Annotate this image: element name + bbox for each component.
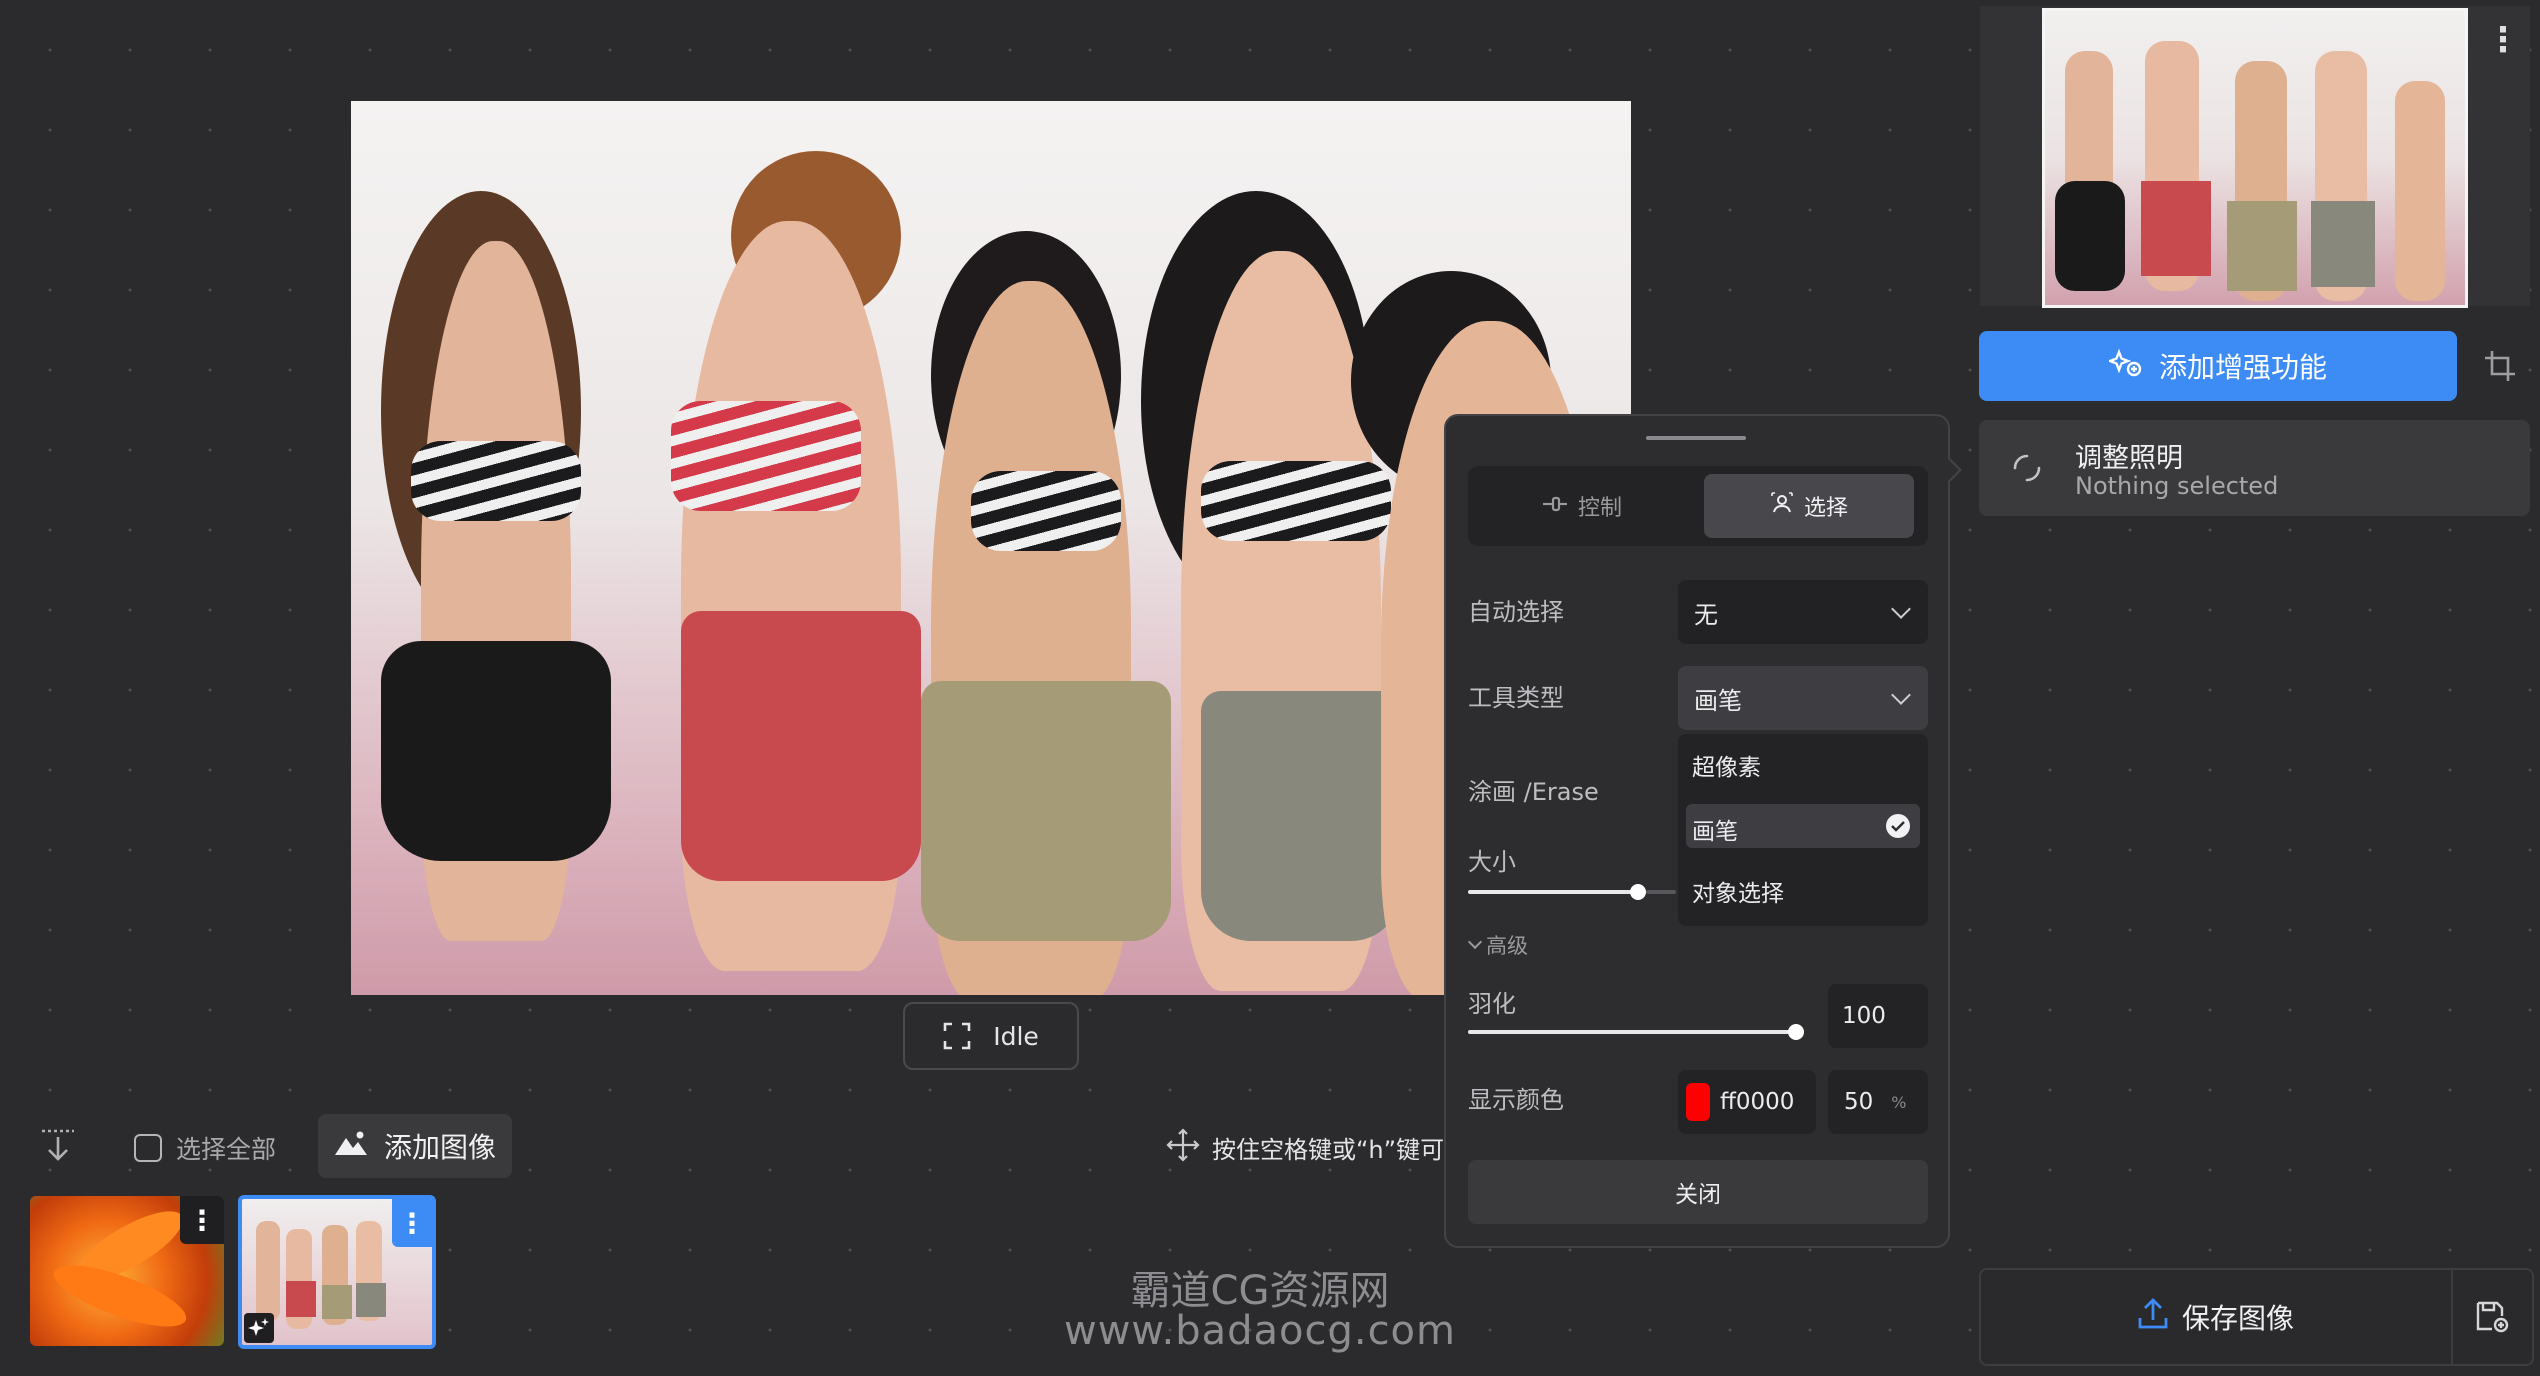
adjust-lighting-subtitle: Nothing selected: [2075, 472, 2279, 500]
popup-pointer-inner: [1947, 458, 1959, 482]
tool-type-dropdown[interactable]: 画笔: [1678, 666, 1928, 730]
opacity-input[interactable]: 50 %: [1828, 1070, 1928, 1134]
close-label: 关闭: [1675, 1182, 1721, 1208]
checkbox-icon[interactable]: [134, 1134, 162, 1162]
add-image-button[interactable]: 添加图像: [318, 1114, 512, 1178]
size-slider-knob[interactable]: [1630, 884, 1646, 900]
tab-control-label: 控制: [1577, 496, 1622, 521]
image-icon: [334, 1130, 368, 1163]
selection-tool-popup: 控制 选择 自动选择 无 工具类型 画笔 涂画 /Erase 大小 超像素 画笔: [1444, 414, 1962, 1248]
move-icon: [1166, 1128, 1200, 1166]
person-select-icon: [1770, 491, 1794, 521]
drag-handle[interactable]: [1646, 436, 1746, 440]
thumbnail-flower[interactable]: ⋮: [30, 1196, 224, 1346]
opacity-value: 50: [1844, 1089, 1874, 1115]
feather-value: 100: [1842, 1003, 1886, 1029]
size-slider-rest: [1646, 890, 1676, 894]
thumbnail-group-photo[interactable]: ⋮: [238, 1195, 436, 1349]
chevron-down-icon: [1891, 599, 1911, 619]
magic-sparkle-icon: [2106, 348, 2143, 385]
opacity-unit: %: [1891, 1092, 1907, 1112]
upload-icon: [2138, 1297, 2168, 1337]
tab-control[interactable]: 控制: [1468, 466, 1696, 546]
preview-thumbnail[interactable]: [2042, 8, 2468, 308]
advanced-label: 高级: [1486, 934, 1528, 958]
tool-type-value: 画笔: [1694, 686, 1742, 715]
tab-select[interactable]: 选择: [1704, 474, 1914, 538]
pan-hint: 按住空格键或“h”键可: [1166, 1128, 1444, 1166]
option-superpixel[interactable]: 超像素: [1692, 748, 1761, 782]
feather-slider-knob[interactable]: [1788, 1024, 1804, 1040]
advanced-toggle[interactable]: 高级: [1467, 930, 1528, 960]
select-all-checkbox[interactable]: 选择全部: [134, 1130, 276, 1166]
check-circle-icon: [1886, 814, 1910, 838]
close-button[interactable]: 关闭: [1468, 1160, 1928, 1224]
tool-type-options: 超像素 画笔 对象选择: [1678, 734, 1928, 926]
chevron-down-icon: [1891, 685, 1911, 705]
fullscreen-icon: [943, 1022, 971, 1050]
add-enhancement-button[interactable]: 添加增强功能: [1979, 331, 2457, 401]
preview-card: ⋮: [1980, 6, 2530, 308]
add-image-label: 添加图像: [383, 1131, 496, 1164]
size-label: 大小: [1468, 848, 1516, 876]
more-vertical-icon[interactable]: ⋮: [2486, 20, 2520, 60]
pan-hint-text: 按住空格键或“h”键可: [1212, 1135, 1445, 1164]
loading-spinner-icon: [2009, 450, 2045, 490]
feather-value-input[interactable]: 100: [1828, 984, 1928, 1048]
option-brush-highlight[interactable]: 画笔: [1686, 804, 1920, 848]
save-image-label: 保存图像: [2181, 1302, 2294, 1335]
color-swatch[interactable]: [1686, 1083, 1710, 1121]
save-options-icon[interactable]: [2453, 1270, 2532, 1364]
download-icon[interactable]: [38, 1128, 78, 1164]
display-color-label: 显示颜色: [1468, 1086, 1564, 1114]
adjust-lighting-card[interactable]: 调整照明 Nothing selected: [1979, 420, 2530, 516]
option-brush: 画笔: [1692, 819, 1738, 845]
crop-icon[interactable]: [2470, 331, 2530, 401]
tool-type-label: 工具类型: [1468, 684, 1564, 712]
more-vertical-icon[interactable]: ⋮: [180, 1196, 224, 1244]
select-all-label: 选择全部: [176, 1135, 277, 1164]
status-pill[interactable]: Idle: [903, 1002, 1079, 1070]
save-area: 保存图像: [1979, 1268, 2534, 1366]
option-object-select[interactable]: 对象选择: [1692, 874, 1784, 908]
sparkle-icon: [244, 1313, 274, 1343]
auto-select-dropdown[interactable]: 无: [1678, 580, 1928, 644]
chevron-down-icon: [1467, 934, 1483, 950]
watermark-line2: www.badaocg.com: [1064, 1308, 1456, 1354]
more-vertical-icon[interactable]: ⋮: [392, 1199, 432, 1247]
canvas-image[interactable]: [351, 101, 1631, 995]
save-image-button[interactable]: 保存图像: [1981, 1270, 2451, 1364]
slider-control-icon: [1542, 494, 1568, 519]
feather-label: 羽化: [1468, 990, 1516, 1018]
paint-erase-label: 涂画 /Erase: [1468, 778, 1599, 806]
auto-select-value: 无: [1694, 600, 1718, 629]
add-enhancement-label: 添加增强功能: [2158, 351, 2327, 384]
feather-slider-track[interactable]: [1468, 1030, 1798, 1034]
auto-select-label: 自动选择: [1468, 598, 1564, 626]
tab-select-label: 选择: [1803, 496, 1848, 521]
mode-tabs: 控制 选择: [1468, 466, 1928, 546]
status-label: Idle: [993, 1021, 1039, 1051]
color-hex-value: ff0000: [1720, 1089, 1795, 1115]
color-hex-input[interactable]: ff0000: [1678, 1070, 1816, 1134]
size-slider-track[interactable]: [1468, 890, 1638, 894]
adjust-lighting-title: 调整照明: [2075, 443, 2183, 474]
